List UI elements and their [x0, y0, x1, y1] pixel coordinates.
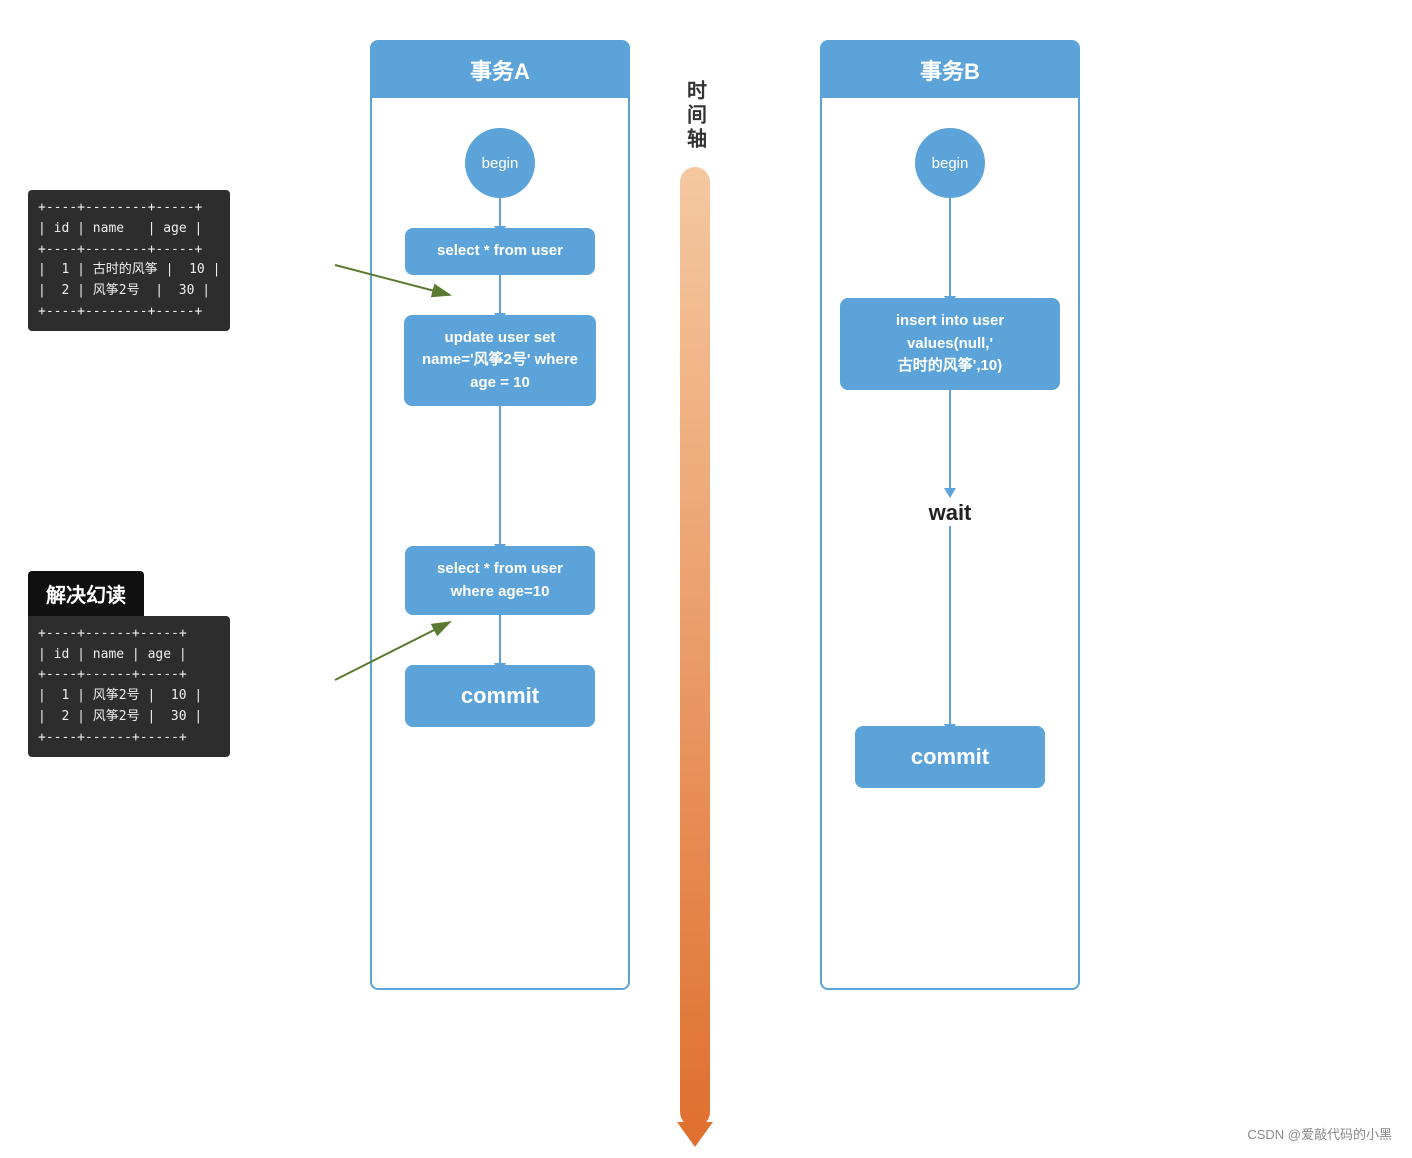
- sql-a2: update user setname='风筝2号' whereage = 10: [404, 315, 596, 407]
- resolve-table: +----+------+-----+ | id | name | age | …: [28, 616, 230, 757]
- transaction-a-header: 事务A: [372, 42, 628, 98]
- transaction-b-box: 事务B begin insert into user values(null,'…: [820, 40, 1080, 990]
- left-side-tables: +----+--------+-----+ | id | name | age …: [28, 190, 230, 757]
- main-container: +----+--------+-----+ | id | name | age …: [0, 0, 1412, 1158]
- initial-table: +----+--------+-----+ | id | name | age …: [28, 190, 230, 331]
- sql-b1: insert into user values(null,'古时的风筝',10): [840, 298, 1060, 390]
- arrow-b2: [949, 390, 951, 490]
- arrow-a2: [499, 275, 501, 315]
- footer-text: CSDN @爱敲代码的小黑: [1247, 1124, 1392, 1143]
- arrow-b3: [949, 526, 951, 726]
- transaction-b-header: 事务B: [822, 42, 1078, 98]
- time-axis-area: 时间轴: [680, 80, 710, 1127]
- transaction-a-container: 事务A begin select * from user update user…: [370, 40, 630, 990]
- resolve-label: 解决幻读: [28, 571, 144, 616]
- time-axis-label: 时间轴: [681, 80, 710, 152]
- arrow-a1: [499, 198, 501, 228]
- sql-a3: select * from userwhere age=10: [405, 546, 595, 615]
- commit-a: commit: [405, 665, 595, 727]
- arrow-a4: [499, 615, 501, 665]
- begin-circle-a: begin: [465, 128, 535, 198]
- time-axis-line: [680, 167, 710, 1127]
- arrow-a3: [499, 406, 501, 546]
- transaction-b-container: 事务B begin insert into user values(null,'…: [820, 40, 1080, 990]
- wait-text: wait: [929, 500, 972, 526]
- commit-b: commit: [855, 726, 1045, 788]
- transaction-a-box: 事务A begin select * from user update user…: [370, 40, 630, 990]
- begin-circle-b: begin: [915, 128, 985, 198]
- arrow-b1: [949, 198, 951, 298]
